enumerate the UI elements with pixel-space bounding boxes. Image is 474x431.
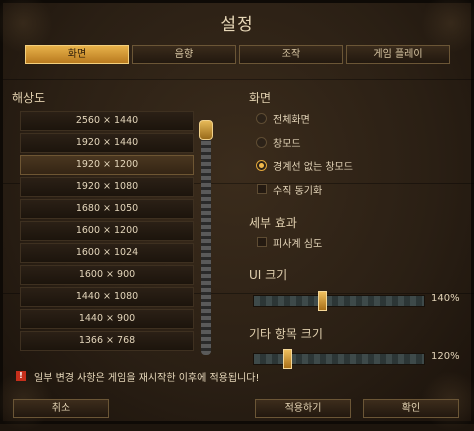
resolution-heading: 해상도 [12, 91, 46, 105]
plank-divider [3, 79, 474, 80]
apply-button[interactable]: 적용하기 [255, 399, 351, 418]
resolution-item[interactable]: 1920 × 1440 [20, 133, 194, 153]
cancel-button[interactable]: 취소 [13, 399, 109, 418]
tab-gameplay[interactable]: 게임 플레이 [346, 45, 450, 64]
vsync-label: 수직 동기화 [273, 186, 323, 197]
tab-display[interactable]: 화면 [25, 45, 129, 64]
option-windowed-label: 창모드 [273, 139, 301, 150]
resolution-item[interactable]: 2560 × 1440 [20, 111, 194, 131]
resolution-item[interactable]: 1680 × 1050 [20, 199, 194, 219]
depth-of-field-checkbox[interactable] [257, 237, 267, 247]
effects-heading: 세부 효과 [249, 216, 297, 230]
tab-controls[interactable]: 조작 [239, 45, 343, 64]
radio-fullscreen[interactable] [256, 113, 267, 124]
resolution-item[interactable]: 1600 × 1024 [20, 243, 194, 263]
ui-scale-heading: UI 크기 [249, 268, 288, 282]
other-scale-heading: 기타 항목 크기 [249, 327, 323, 341]
restart-warning: 일부 변경 사항은 게임을 재시작한 이후에 적용됩니다! [34, 373, 260, 384]
resolution-item[interactable]: 1366 × 768 [20, 331, 194, 351]
scrollbar-handle[interactable] [199, 120, 213, 140]
warning-icon: ! [16, 371, 26, 381]
resolution-item[interactable]: 1440 × 900 [20, 309, 194, 329]
depth-of-field-label: 피사계 심도 [273, 239, 323, 250]
page-title: 설정 [220, 15, 254, 35]
resolution-item[interactable]: 1600 × 900 [20, 265, 194, 285]
resolution-item-selected[interactable]: 1920 × 1200 [20, 155, 194, 175]
tab-audio[interactable]: 음향 [132, 45, 236, 64]
radio-borderless[interactable] [256, 160, 267, 171]
option-fullscreen-label: 전체화면 [273, 115, 310, 126]
other-scale-value: 120% [431, 351, 460, 362]
resolution-item[interactable]: 1920 × 1080 [20, 177, 194, 197]
ui-scale-slider-handle[interactable] [317, 291, 327, 311]
other-scale-slider-handle[interactable] [283, 349, 293, 369]
ui-scale-slider[interactable] [253, 295, 425, 307]
option-borderless-label: 경계선 없는 창모드 [273, 162, 353, 173]
resolution-item[interactable]: 1440 × 1080 [20, 287, 194, 307]
tab-bar: 화면 음향 조작 게임 플레이 [25, 45, 450, 65]
ui-scale-value: 140% [431, 293, 460, 304]
scrollbar-chain[interactable] [201, 120, 211, 355]
confirm-button[interactable]: 확인 [363, 399, 459, 418]
other-scale-slider[interactable] [253, 353, 425, 365]
radio-windowed[interactable] [256, 137, 267, 148]
vsync-checkbox[interactable] [257, 184, 267, 194]
resolution-item[interactable]: 1600 × 1200 [20, 221, 194, 241]
display-mode-heading: 화면 [249, 91, 272, 105]
